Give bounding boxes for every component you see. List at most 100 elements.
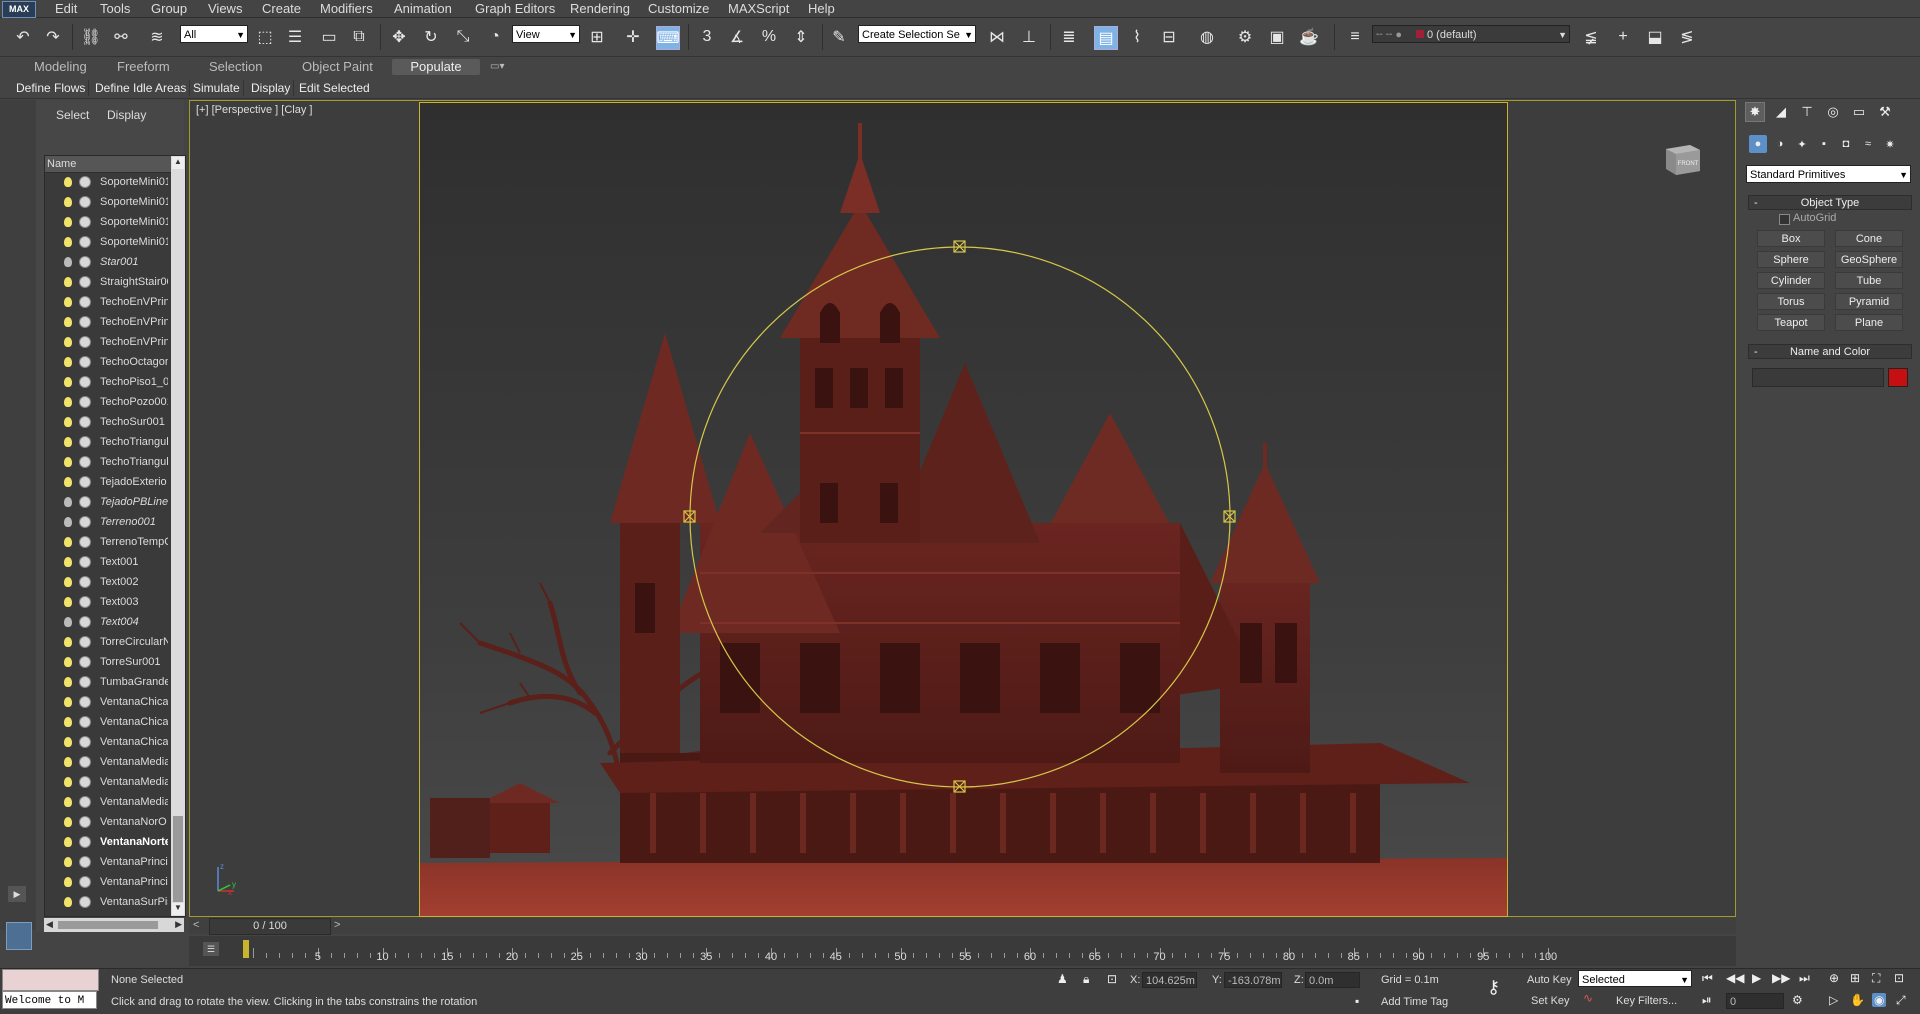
visibility-icon[interactable] [79,776,91,788]
select-object-icon[interactable]: ⬚ [254,26,276,48]
scroll-down-icon[interactable]: ▼ [172,903,184,915]
cone-button[interactable]: Cone [1835,230,1903,247]
display-panel-icon[interactable]: ▭ [1849,102,1869,122]
list-item[interactable]: Text003 [45,594,169,614]
shapes-category-icon[interactable]: ◑ [1771,135,1789,153]
light-bulb-icon[interactable] [64,297,72,307]
light-bulb-icon[interactable] [64,897,72,907]
light-bulb-icon[interactable] [64,757,72,767]
time-slider[interactable]: < 0 / 100 > [189,918,1736,935]
list-item[interactable]: VentanaNorte [45,834,169,854]
list-item[interactable]: TechoPiso1_00 [45,374,169,394]
go-to-end-icon[interactable]: ⏭ [1799,971,1810,986]
frozen-layer-icon[interactable] [64,617,72,627]
key-mode-toggle-icon[interactable]: ⏯ [1702,993,1712,1008]
torus-button[interactable]: Torus [1757,293,1825,310]
create-panel-icon[interactable]: ✸ [1745,102,1765,122]
app-logo-button[interactable]: MAX [2,1,36,18]
menu-tools[interactable]: Tools [100,0,130,17]
visibility-icon[interactable] [79,456,91,468]
bind-spacewarp-icon[interactable]: ≋ [146,26,168,48]
menu-modifiers[interactable]: Modifiers [320,0,373,17]
list-item[interactable]: TechoEnVPrinc [45,294,169,314]
menu-rendering[interactable]: Rendering [570,0,630,17]
snaps-toggle-icon[interactable]: 3 [696,26,718,48]
go-to-start-icon[interactable]: ⏮ [1702,971,1713,986]
current-frame-marker[interactable] [243,940,249,958]
display-button[interactable]: Display [248,80,295,96]
visibility-icon[interactable] [79,796,91,808]
list-item[interactable]: TejadoExterio [45,474,169,494]
next-frame-icon[interactable]: ▶▶ [1772,971,1790,985]
visibility-icon[interactable] [79,756,91,768]
list-item[interactable]: VentanaChica [45,714,169,734]
tab-object-paint[interactable]: Object Paint [296,59,379,75]
list-item[interactable]: TerrenoTempC [45,534,169,554]
list-item[interactable]: VentanaMedia [45,794,169,814]
isolate-selection-icon[interactable]: ♟ [1057,972,1068,986]
visibility-icon[interactable] [79,176,91,188]
list-item[interactable]: VentanaNorO [45,814,169,834]
unlink-icon[interactable]: ⚯ [110,26,132,48]
cylinder-button[interactable]: Cylinder [1757,272,1825,289]
spacewarps-category-icon[interactable]: ≈ [1859,135,1877,153]
angle-snap-icon[interactable]: ∡ [726,26,748,48]
menu-group[interactable]: Group [151,0,187,17]
object-type-rollout[interactable]: - Object Type [1748,195,1912,210]
visibility-icon[interactable] [79,336,91,348]
light-bulb-icon[interactable] [64,837,72,847]
time-slider-next-icon[interactable]: > [334,919,340,931]
key-icon[interactable]: ⚷ [1487,977,1500,998]
auto-key-button[interactable]: Auto Key [1527,972,1572,988]
name-column-header[interactable]: Name [45,156,171,173]
rendered-frame-window-icon[interactable]: ▣ [1266,26,1288,48]
create-layer-icon[interactable]: ≨ [1580,26,1602,48]
maxscript-output[interactable]: Welcome to M [2,991,97,1009]
frozen-layer-icon[interactable] [64,497,72,507]
named-selection-sets-dropdown[interactable]: Create Selection Se ▼ [858,25,976,43]
scroll-right-icon[interactable]: ▶ [175,919,182,930]
list-item[interactable]: Text001 [45,554,169,574]
redo-icon[interactable]: ↷ [42,26,64,48]
systems-category-icon[interactable]: ✷ [1881,135,1899,153]
list-vertical-scrollbar[interactable]: ▲ ▼ [171,156,185,916]
time-slider-thumb[interactable]: 0 / 100 [209,918,331,935]
teapot-button[interactable]: Teapot [1757,314,1825,331]
ref-coord-dropdown[interactable]: View ▼ [512,25,580,43]
light-bulb-icon[interactable] [64,437,72,447]
tab-populate[interactable]: Populate [392,59,480,75]
material-editor-icon[interactable]: ◍ [1196,26,1218,48]
light-bulb-icon[interactable] [64,857,72,867]
visibility-icon[interactable] [79,276,91,288]
geometry-category-icon[interactable]: ● [1749,135,1767,153]
schematic-view-icon[interactable]: ⊟ [1158,26,1180,48]
edit-named-selection-icon[interactable]: ✎ [828,26,850,48]
list-item[interactable]: Text004 [45,614,169,634]
track-bar[interactable]: ☰ 5 10 15 20 25 30 35 40 45 50 55 60 65 70 75 80 85 90 95 1… [189,936,1736,966]
light-bulb-icon[interactable] [64,317,72,327]
light-bulb-icon[interactable] [64,717,72,727]
light-bulb-icon[interactable] [64,337,72,347]
ribbon-options-icon[interactable]: ▭▾ [484,59,510,75]
light-bulb-icon[interactable] [64,377,72,387]
layer-manager-icon[interactable]: ≣ [1058,26,1080,48]
light-bulb-icon[interactable] [64,217,72,227]
set-current-layer-icon[interactable]: ≶ [1676,26,1698,48]
lights-category-icon[interactable]: ✦ [1793,135,1811,153]
place-icon[interactable]: ◔ [484,26,506,48]
zoom-extents-all-icon[interactable]: ⊡ [1894,971,1904,985]
scene-object-list[interactable]: Name ▲ ▼ SoporteMini01 SoporteMini01 Sopor… [44,155,186,917]
undo-icon[interactable]: ↶ [12,26,34,48]
visibility-icon[interactable] [79,476,91,488]
pan-view-icon[interactable]: ✋ [1850,993,1865,1007]
menu-graph-editors[interactable]: Graph Editors [475,0,555,17]
add-to-layer-icon[interactable]: + [1612,26,1634,48]
visibility-icon[interactable] [79,576,91,588]
select-in-layer-icon[interactable]: ⬓ [1644,26,1666,48]
list-item[interactable]: TechoPozo001 [45,394,169,414]
visibility-icon[interactable] [79,556,91,568]
menu-animation[interactable]: Animation [394,0,452,17]
light-bulb-icon[interactable] [64,637,72,647]
visibility-icon[interactable] [79,736,91,748]
visibility-icon[interactable] [79,876,91,888]
